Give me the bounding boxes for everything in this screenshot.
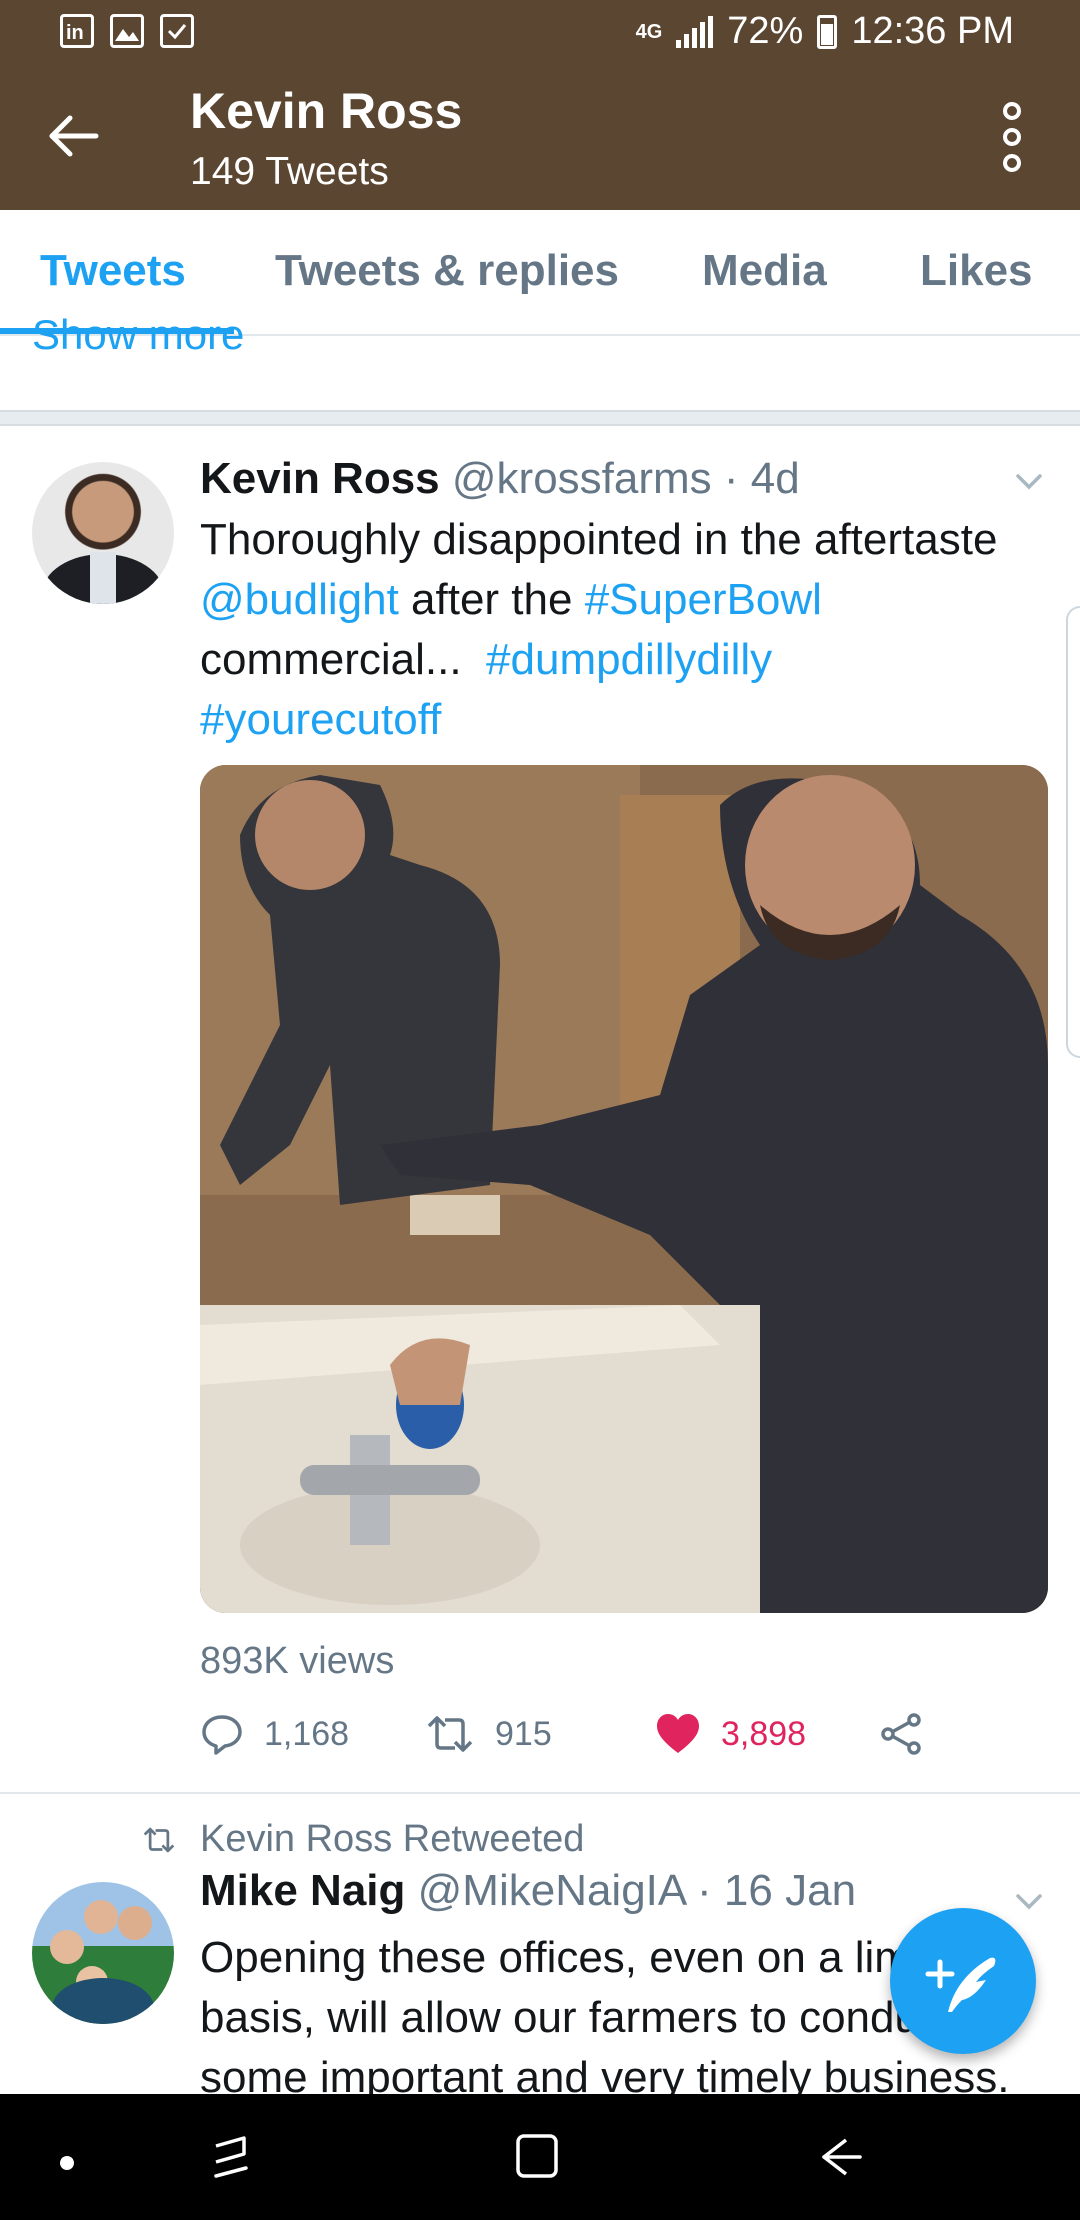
retweet-button[interactable]: 915 <box>425 1712 552 1756</box>
overflow-menu-button[interactable] <box>1000 102 1024 172</box>
retweeted-by: Kevin Ross Retweeted <box>140 1818 584 1861</box>
avatar-face <box>118 1906 152 1940</box>
back-button[interactable] <box>44 106 104 166</box>
back-arrow-icon <box>49 115 99 157</box>
avatar-face <box>50 1930 84 1964</box>
hashtag-link[interactable]: #SuperBowl <box>585 575 822 624</box>
heart-icon <box>657 1714 699 1753</box>
system-navigation-bar <box>0 2094 1080 2220</box>
retweet-count: 915 <box>495 1714 552 1753</box>
view-count: 893K views <box>200 1640 395 1682</box>
retweeted-label: Kevin Ross Retweeted <box>200 1818 585 1860</box>
hashtag-link[interactable]: #dumpdillydilly <box>486 635 772 684</box>
tweet-separator <box>0 1792 1080 1794</box>
tweet-text: Thoroughly disappointed in the aftertast… <box>200 510 1050 750</box>
recents-icon[interactable] <box>206 2132 256 2182</box>
avatar[interactable] <box>32 462 174 604</box>
task-icon <box>160 14 194 48</box>
avatar-clothes <box>52 1978 154 2024</box>
network-type: 4G <box>635 20 663 43</box>
tweet-text-part: commercial... <box>200 635 487 684</box>
share-icon <box>881 1713 921 1755</box>
show-more-link[interactable]: Show more <box>32 318 244 364</box>
tweet-count: 149 Tweets <box>190 150 389 193</box>
profile-header: Kevin Ross 149 Tweets <box>0 66 1080 210</box>
notification-icons: in <box>60 14 194 48</box>
more-dot-icon <box>1003 102 1021 120</box>
nav-indicator-dot <box>60 2156 74 2170</box>
tweet-header: Mike Naig @MikeNaigIA · 16 Jan <box>200 1866 856 1916</box>
clock: 12:36 PM <box>851 10 1014 52</box>
reply-button[interactable]: 1,168 <box>200 1712 349 1756</box>
retweet-icon <box>143 1827 175 1852</box>
author-handle-time: @krossfarms · 4d <box>451 454 800 503</box>
show-more-label: Show more <box>32 318 245 358</box>
tweet-header: Kevin Ross @krossfarms · 4d <box>200 454 800 504</box>
image-icon <box>110 14 144 48</box>
reply-count: 1,168 <box>264 1714 350 1753</box>
video-thumbnail <box>200 765 1048 1613</box>
status-bar: in 4G 72% 12:36 PM <box>0 0 1080 66</box>
battery-icon <box>817 14 838 49</box>
tab-tweets-replies[interactable]: Tweets & replies <box>275 246 619 296</box>
author-handle-time: @MikeNaigIA · 16 Jan <box>417 1866 857 1915</box>
mention-link[interactable]: @budlight <box>200 575 399 624</box>
tweet-text-part: Thoroughly disappointed in the aftertast… <box>200 515 998 564</box>
compose-feather-icon <box>925 1957 996 2012</box>
more-dot-icon <box>1003 128 1021 146</box>
avatar-face <box>84 1900 118 1934</box>
linkedin-icon: in <box>60 14 94 48</box>
section-divider <box>0 410 1080 426</box>
back-nav-icon[interactable] <box>816 2132 866 2182</box>
author-name[interactable]: Mike Naig <box>200 1866 405 1915</box>
reply-icon <box>202 1715 242 1755</box>
retweet-icon <box>427 1716 473 1752</box>
svg-text:in: in <box>66 22 84 44</box>
hashtag-link[interactable]: #yourecutoff <box>200 695 441 744</box>
tab-media[interactable]: Media <box>702 246 827 296</box>
avatar-shirt <box>90 552 116 604</box>
tweet-video[interactable] <box>200 765 1048 1613</box>
like-button[interactable]: 3,898 <box>655 1712 806 1756</box>
signal-icon <box>676 15 714 48</box>
tweet-actions: 1,168 915 3,898 <box>200 1712 1000 1768</box>
tweet-text-part: after the <box>398 575 585 624</box>
chevron-down-icon[interactable] <box>1014 466 1044 496</box>
tab-tweets[interactable]: Tweets <box>40 246 186 296</box>
fast-scroll-handle[interactable] <box>1066 606 1080 1058</box>
battery-percent: 72% <box>727 10 804 52</box>
page-title: Kevin Ross <box>190 83 463 139</box>
more-dot-icon <box>1003 154 1021 172</box>
home-icon[interactable] <box>512 2130 562 2184</box>
share-button[interactable] <box>880 1712 924 1756</box>
compose-tweet-button[interactable] <box>890 1908 1036 2054</box>
author-name[interactable]: Kevin Ross <box>200 454 440 503</box>
tab-likes[interactable]: Likes <box>920 246 1033 296</box>
like-count: 3,898 <box>721 1714 807 1753</box>
avatar[interactable] <box>32 1882 174 2024</box>
